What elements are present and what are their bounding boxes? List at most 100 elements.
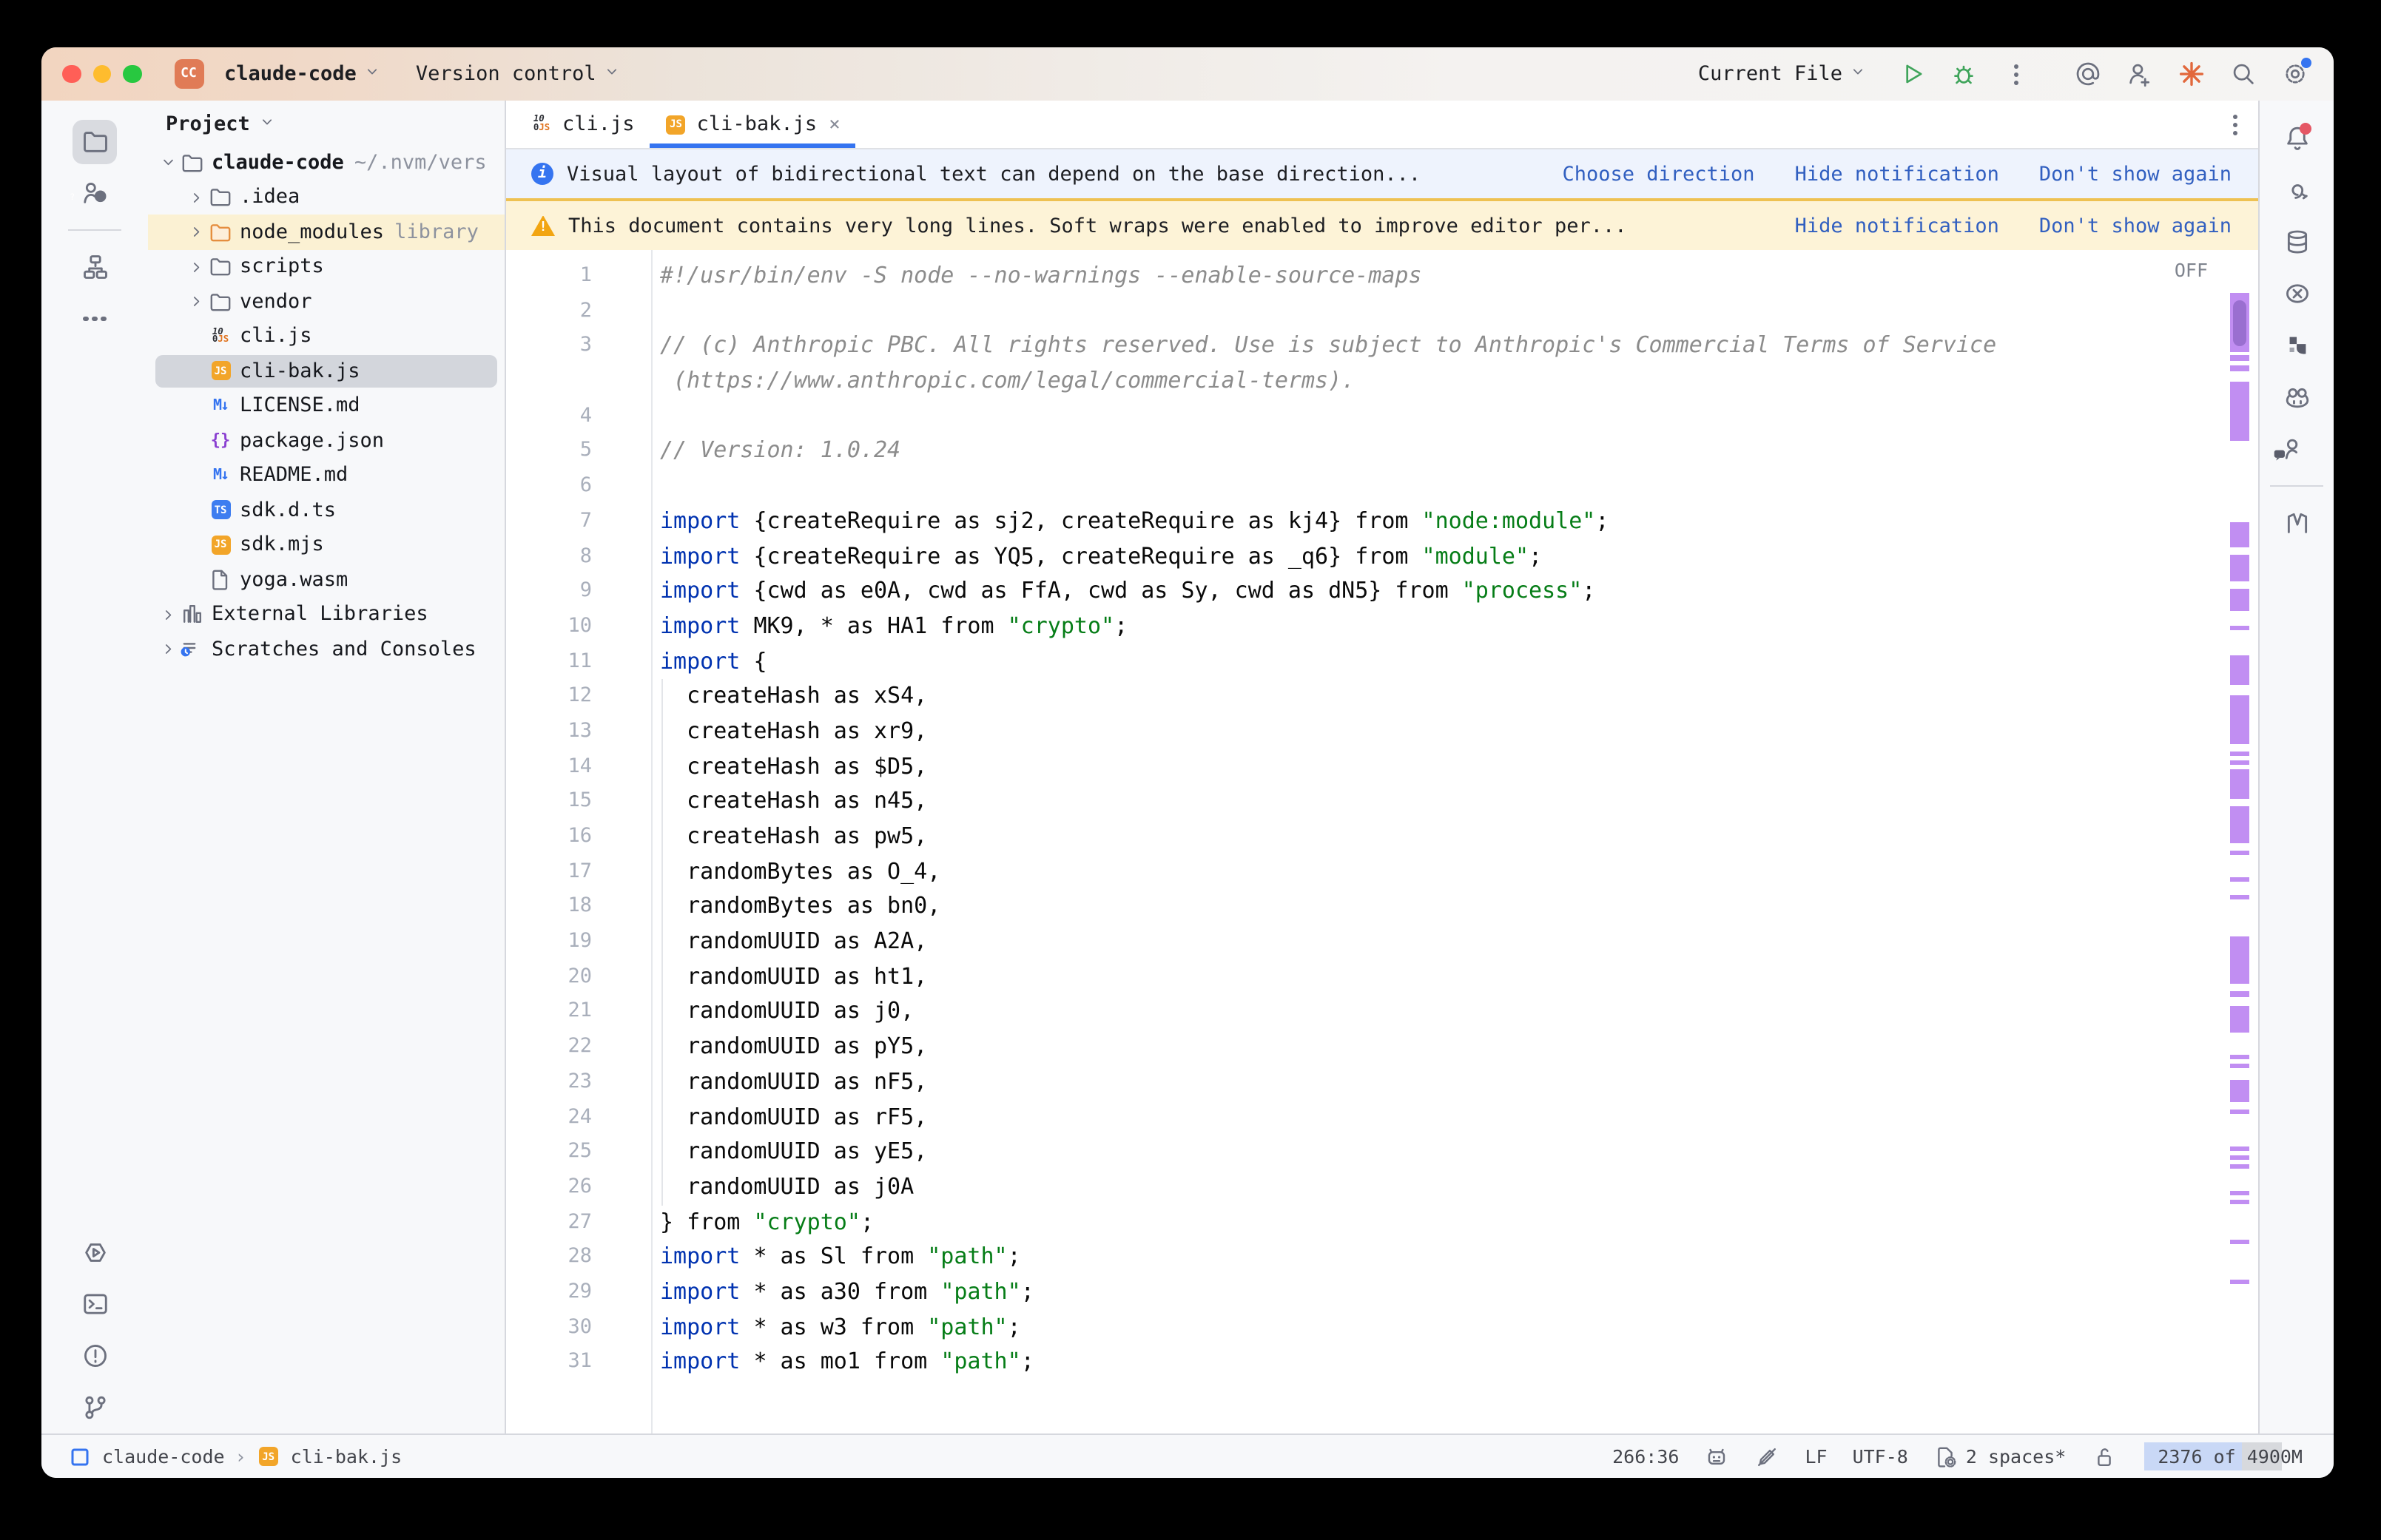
code-text[interactable]: // Version: 1.0.24: [660, 434, 900, 469]
banner-link-don-t-show-again[interactable]: Don't show again: [2039, 214, 2232, 237]
line-number[interactable]: 16: [506, 820, 651, 854]
code-text[interactable]: import * as a30 from "path";: [660, 1275, 1034, 1310]
code-line[interactable]: 31import * as mo1 from "path";: [506, 1345, 2258, 1380]
project-folder-button[interactable]: [73, 119, 117, 163]
line-number[interactable]: 26: [506, 1170, 651, 1205]
version-control-widget[interactable]: Version control: [407, 58, 629, 90]
scrollbar-error-stripes[interactable]: [2230, 250, 2249, 1433]
code-text[interactable]: import {cwd as e0A, cwd as FfA, cwd as S…: [660, 574, 1595, 609]
code-line[interactable]: 15 createHash as n45,: [506, 785, 2258, 820]
tree-item-vendor[interactable]: vendor: [148, 284, 505, 319]
code-text[interactable]: randomUUID as A2A,: [660, 925, 927, 959]
build-tool-icon[interactable]: [1704, 1444, 1729, 1469]
code-line[interactable]: 9import {cwd as e0A, cwd as FfA, cwd as …: [506, 574, 2258, 609]
tab-cli-bak.js[interactable]: JScli-bak.js×: [650, 101, 855, 148]
code-line[interactable]: 11 import {: [506, 644, 2258, 679]
chevron-right-icon[interactable]: [185, 255, 209, 279]
line-number[interactable]: 2: [506, 294, 651, 328]
code-line[interactable]: 7 import {createRequire as sj2, createReq…: [506, 504, 2258, 539]
code-text[interactable]: import {: [660, 644, 767, 679]
tree-item-LICENSE.md[interactable]: M↓LICENSE.md: [148, 388, 505, 423]
code-text[interactable]: import {createRequire as sj2, createRequ…: [660, 504, 1609, 539]
code-line[interactable]: 8 import {createRequire as YQ5, createReq…: [506, 539, 2258, 574]
code-line[interactable]: 17 randomBytes as O_4,: [506, 854, 2258, 889]
close-tab-icon[interactable]: ×: [829, 113, 841, 135]
code-with-me-button[interactable]: [2125, 59, 2155, 89]
line-number[interactable]: 7: [506, 504, 651, 539]
chevron-down-icon[interactable]: [157, 151, 181, 175]
line-number[interactable]: 19: [506, 925, 651, 959]
code-line[interactable]: 23 randomUUID as nF5,: [506, 1065, 2258, 1100]
mentions-button[interactable]: [2073, 59, 2103, 89]
run-services-button[interactable]: [73, 1230, 117, 1274]
tree-item-External Libraries[interactable]: External Libraries: [148, 597, 505, 632]
tab-cli.js[interactable]: 100JScli.js: [515, 101, 650, 148]
code-text[interactable]: randomUUID as ht1,: [660, 960, 927, 995]
code-text[interactable]: createHash as xS4,: [660, 680, 927, 715]
dependencies-button[interactable]: [2274, 323, 2319, 368]
code-line[interactable]: 19 randomUUID as A2A,: [506, 925, 2258, 959]
tree-item-node_modules[interactable]: node_moduleslibrary: [148, 215, 505, 249]
tree-item-cli-bak.js[interactable]: JScli-bak.js: [148, 354, 505, 388]
banner-link-hide-notification[interactable]: Hide notification: [1795, 214, 1999, 237]
breadcrumb-project[interactable]: claude-code: [102, 1445, 225, 1468]
project-panel-header[interactable]: Project: [148, 101, 505, 145]
line-number[interactable]: 1: [506, 259, 651, 294]
chevron-right-icon[interactable]: [157, 603, 181, 627]
minimize-window-button[interactable]: [92, 65, 111, 84]
learn-button[interactable]: ?: [73, 171, 117, 215]
code-text[interactable]: randomUUID as rF5,: [660, 1100, 927, 1135]
line-number[interactable]: 29: [506, 1275, 651, 1310]
breadcrumb-file[interactable]: cli-bak.js: [291, 1445, 403, 1468]
line-number[interactable]: 27: [506, 1205, 651, 1240]
line-number[interactable]: 30: [506, 1310, 651, 1345]
tree-item-sdk.d.ts[interactable]: TSsdk.d.ts: [148, 493, 505, 527]
code-line[interactable]: 21 randomUUID as j0,: [506, 995, 2258, 1030]
line-number[interactable]: 12: [506, 680, 651, 715]
line-number[interactable]: 24: [506, 1100, 651, 1135]
project-widget[interactable]: claude-code: [215, 58, 389, 90]
line-number[interactable]: 22: [506, 1030, 651, 1064]
code-text[interactable]: import * as Sl from "path";: [660, 1240, 1021, 1275]
code-line[interactable]: 27 } from "crypto";: [506, 1205, 2258, 1240]
line-number[interactable]: 4: [506, 399, 651, 434]
tree-item-package.json[interactable]: {}package.json: [148, 423, 505, 458]
code-line[interactable]: 29 import * as a30 from "path";: [506, 1275, 2258, 1310]
code-line[interactable]: 3 // (c) Anthropic PBC. All rights reserv…: [506, 329, 2258, 364]
database-button[interactable]: [2274, 220, 2319, 264]
code-text[interactable]: // (c) Anthropic PBC. All rights reserve…: [660, 329, 1996, 364]
code-text[interactable]: import {createRequire as YQ5, createRequ…: [660, 539, 1542, 574]
indent-widget[interactable]: 2 spaces*: [1933, 1444, 2066, 1469]
line-number[interactable]: 3: [506, 329, 651, 364]
line-number[interactable]: 8: [506, 539, 651, 574]
line-number[interactable]: 17: [506, 854, 651, 889]
code-text[interactable]: } from "crypto";: [660, 1205, 874, 1240]
code-line[interactable]: 26 randomUUID as j0A: [506, 1170, 2258, 1205]
line-number[interactable]: 15: [506, 785, 651, 820]
run-button[interactable]: [1897, 59, 1927, 89]
line-number[interactable]: 11: [506, 644, 651, 679]
code-line[interactable]: 12 createHash as xS4,: [506, 680, 2258, 715]
tree-item-Scratches and Consoles[interactable]: Scratches and Consoles: [148, 632, 505, 666]
code-line[interactable]: 5// Version: 1.0.24: [506, 434, 2258, 469]
terminal-button[interactable]: [73, 1282, 117, 1326]
line-number[interactable]: 18: [506, 890, 651, 925]
memory-indicator[interactable]: 2376 of 4900M: [2144, 1442, 2316, 1470]
line-number[interactable]: 31: [506, 1345, 651, 1380]
scrollbar-thumb[interactable]: [2233, 300, 2246, 346]
line-number[interactable]: 10: [506, 609, 651, 644]
tree-item-yoga.wasm[interactable]: yoga.wasm: [148, 562, 505, 597]
code-line[interactable]: (https://www.anthropic.com/legal/commerc…: [506, 364, 2258, 399]
tree-item-.idea[interactable]: .idea: [148, 180, 505, 215]
code-text[interactable]: createHash as pw5,: [660, 820, 927, 854]
ai-assistant-button[interactable]: [2274, 168, 2319, 212]
code-line[interactable]: 30import * as w3 from "path";: [506, 1310, 2258, 1345]
line-number[interactable]: 23: [506, 1065, 651, 1100]
banner-link-hide-notification[interactable]: Hide notification: [1795, 162, 1999, 186]
code-text[interactable]: randomBytes as bn0,: [660, 890, 940, 925]
code-with-me-button[interactable]: [2274, 427, 2319, 471]
more-actions-button[interactable]: [2001, 59, 2030, 89]
more-button[interactable]: [73, 297, 117, 341]
code-text[interactable]: #!/usr/bin/env -S node --no-warnings --e…: [660, 259, 1422, 294]
run-configuration-selector[interactable]: Current File: [1689, 58, 1875, 90]
